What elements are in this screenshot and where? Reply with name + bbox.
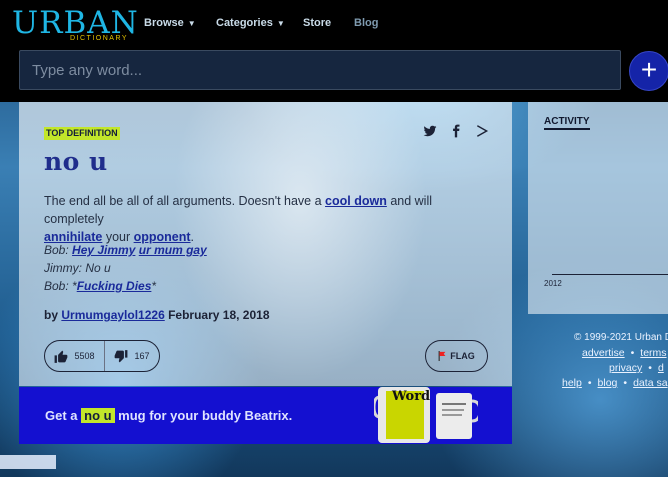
bottom-left-strip (0, 455, 56, 469)
post-date: February 18, 2018 (168, 308, 270, 322)
example-link-fucking-dies[interactable]: Fucking Dies (77, 279, 152, 293)
flag-button[interactable]: FLAG (425, 340, 488, 372)
footer-data-link[interactable]: data sa (633, 377, 667, 389)
logo-subtitle: DICTIONARY (70, 35, 129, 42)
facebook-icon[interactable] (449, 124, 463, 138)
flag-icon (438, 351, 446, 361)
footer-separator: • (648, 362, 652, 374)
mug-text-prefix: Get a (45, 408, 82, 423)
activity-panel: ACTIVITY 2012 (528, 102, 668, 314)
search-bar (19, 50, 621, 90)
mug-banner[interactable]: Get a no u mug for your buddy Beatrix. W… (19, 387, 512, 444)
activity-year: 2012 (544, 279, 562, 288)
twitter-icon[interactable] (423, 124, 437, 138)
nav-store[interactable]: Store (303, 17, 331, 31)
thumbs-down-icon (115, 349, 128, 362)
copyright: © 1999-2021 Urban D (574, 332, 668, 343)
nav-categories-label: Categories (216, 17, 273, 29)
footer-help-link[interactable]: help (562, 377, 582, 389)
chevron-down-icon: ▼ (187, 19, 196, 28)
footer-blog-link[interactable]: blog (598, 377, 618, 389)
example-line: Bob: Hey Jimmy ur mum gay (44, 241, 494, 259)
nav-categories[interactable]: Categories ▼ (216, 17, 285, 31)
footer-advertise-link[interactable]: advertise (582, 347, 625, 359)
example-link-hey-jimmy[interactable]: Hey Jimmy (72, 243, 135, 257)
footer-row: advertise • terms (582, 347, 667, 359)
example-line: Jimmy: No u (44, 261, 111, 275)
by-label: by (44, 308, 59, 322)
mug-image: Word (372, 383, 482, 445)
nav-blog[interactable]: Blog (354, 17, 378, 31)
upvote-button[interactable]: 5508 (45, 341, 105, 371)
example-link-ur-mum-gay[interactable]: ur mum gay (139, 243, 207, 257)
mug-word: no u (81, 408, 115, 423)
top-definition-badge: TOP DEFINITION (44, 127, 120, 140)
definition-example: Bob: Hey Jimmy ur mum gay Jimmy: No u Bo… (44, 241, 494, 295)
footer-separator: • (587, 377, 592, 389)
upvote-count: 5508 (74, 351, 95, 361)
footer-privacy-link[interactable]: privacy (609, 362, 642, 374)
share-icon[interactable] (475, 124, 489, 138)
add-word-button[interactable]: + (629, 51, 668, 91)
downvote-button[interactable]: 167 (105, 341, 159, 371)
logo[interactable]: URBAN DICTIONARY (12, 6, 138, 42)
example-speaker: Bob: * (44, 279, 77, 293)
activity-title: ACTIVITY (544, 116, 590, 130)
footer-separator: • (630, 347, 635, 359)
author-link[interactable]: Urmumgaylol1226 (61, 308, 164, 322)
thumbs-up-icon (55, 350, 68, 363)
example-speaker: Bob: (44, 243, 73, 257)
footer-row: privacy • d (609, 362, 664, 374)
nav-browse[interactable]: Browse ▼ (144, 17, 196, 31)
footer-row: help • blog • data sa (562, 377, 668, 389)
meaning-link-cool-down[interactable]: cool down (325, 194, 387, 208)
byline: by Urmumgaylol1226 February 18, 2018 (44, 308, 270, 322)
search-input[interactable] (20, 51, 620, 89)
example-line: Bob: *Fucking Dies* (44, 277, 494, 295)
downvote-count: 167 (134, 351, 150, 361)
vote-buttons: 5508 167 (44, 340, 160, 372)
mug-text-suffix: mug for your buddy Beatrix. (114, 408, 293, 423)
footer-separator: • (623, 377, 628, 389)
footer-d-link[interactable]: d (658, 362, 664, 374)
mug-text: Get a no u mug for your buddy Beatrix. (45, 408, 292, 423)
share-icons (423, 124, 489, 140)
chevron-down-icon: ▼ (276, 19, 285, 28)
example-suffix: * (151, 279, 157, 293)
definition-word[interactable]: no u (44, 147, 108, 176)
mug-word-label: Word (392, 389, 431, 404)
meaning-text: The end all be all of all arguments. Doe… (44, 194, 326, 208)
definition-meaning: The end all be all of all arguments. Doe… (44, 192, 494, 246)
nav-browse-label: Browse (144, 17, 184, 29)
flag-label: FLAG (450, 351, 475, 361)
footer-terms-link[interactable]: terms (640, 347, 666, 359)
activity-axis (552, 274, 668, 275)
